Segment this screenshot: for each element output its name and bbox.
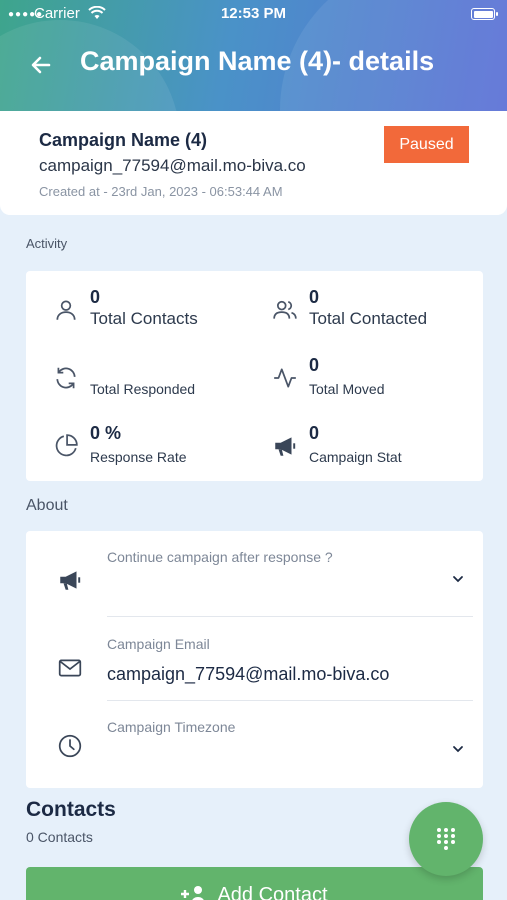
app-header: ●●●●● Carrier 12:53 PM Campaign Name (4)… bbox=[0, 0, 507, 111]
contacts-count: 0 Contacts bbox=[26, 829, 93, 845]
back-button[interactable] bbox=[26, 50, 56, 80]
page-title: Campaign Name (4)- details bbox=[80, 46, 435, 76]
contacts-title: Contacts bbox=[26, 798, 116, 821]
campaign-timezone-label: Campaign Timezone bbox=[107, 719, 236, 735]
mail-icon bbox=[58, 659, 82, 677]
campaign-email-field[interactable]: campaign_77594@mail.mo-biva.co bbox=[107, 664, 389, 685]
campaign-name: Campaign Name (4) bbox=[39, 130, 208, 150]
about-card: Continue campaign after response ? Campa… bbox=[26, 531, 483, 788]
chevron-down-icon[interactable] bbox=[451, 742, 465, 756]
status-badge[interactable]: Paused bbox=[384, 126, 469, 163]
stat-campaign-stat: 0 Campaign Stat bbox=[272, 423, 472, 473]
created-at: Created at - 23rd Jan, 2023 - 06:53:44 A… bbox=[39, 184, 283, 199]
stat-label: Total Contacted bbox=[309, 309, 428, 328]
add-contact-button[interactable]: Add Contact bbox=[26, 867, 483, 900]
stat-response-rate: 0 % Response Rate bbox=[53, 423, 253, 473]
stat-total-responded: Total Responded bbox=[53, 355, 253, 405]
status-bar: ●●●●● Carrier 12:53 PM bbox=[0, 5, 507, 23]
arrow-left-icon bbox=[31, 56, 51, 74]
campaign-summary-card: Campaign Name (4) campaign_77594@mail.mo… bbox=[0, 111, 507, 215]
continue-after-response-label: Continue campaign after response ? bbox=[107, 549, 333, 565]
menu-fab-button[interactable] bbox=[409, 802, 483, 876]
divider bbox=[107, 616, 473, 617]
chevron-down-icon[interactable] bbox=[451, 572, 465, 586]
add-user-icon bbox=[181, 886, 205, 900]
stat-value: 0 bbox=[309, 287, 320, 307]
stat-label: Total Contacts bbox=[90, 309, 198, 328]
stat-label: Campaign Stat bbox=[309, 449, 402, 465]
megaphone-icon bbox=[275, 437, 296, 456]
stat-value: 0 % bbox=[90, 423, 122, 443]
users-icon bbox=[273, 300, 297, 319]
divider bbox=[107, 700, 473, 701]
clock-icon bbox=[58, 734, 82, 758]
add-contact-label: Add Contact bbox=[217, 884, 328, 900]
stat-total-contacts: 0 Total Contacts bbox=[53, 287, 253, 337]
activity-section-label: Activity bbox=[26, 236, 68, 251]
stat-label: Response Rate bbox=[90, 449, 187, 465]
refresh-icon bbox=[56, 367, 76, 389]
stat-value: 0 bbox=[309, 423, 320, 443]
user-icon bbox=[56, 300, 76, 320]
activity-card: 0 Total Contacts 0 Total Contacted Total… bbox=[26, 271, 483, 481]
stat-value: 0 bbox=[309, 355, 320, 375]
grid-dots-icon bbox=[437, 828, 455, 850]
activity-icon bbox=[274, 368, 296, 388]
campaign-email-label: Campaign Email bbox=[107, 636, 210, 652]
pie-chart-icon bbox=[55, 434, 78, 457]
megaphone-icon bbox=[60, 571, 81, 590]
stat-total-contacted: 0 Total Contacted bbox=[272, 287, 472, 337]
stat-total-moved: 0 Total Moved bbox=[272, 355, 472, 405]
stat-value: 0 bbox=[90, 287, 101, 307]
stat-label: Total Responded bbox=[90, 381, 196, 397]
battery-icon bbox=[471, 8, 498, 20]
clock: 12:53 PM bbox=[220, 5, 287, 22]
campaign-email: campaign_77594@mail.mo-biva.co bbox=[39, 156, 306, 175]
about-section-label: About bbox=[26, 497, 68, 514]
stat-label: Total Moved bbox=[309, 381, 385, 397]
